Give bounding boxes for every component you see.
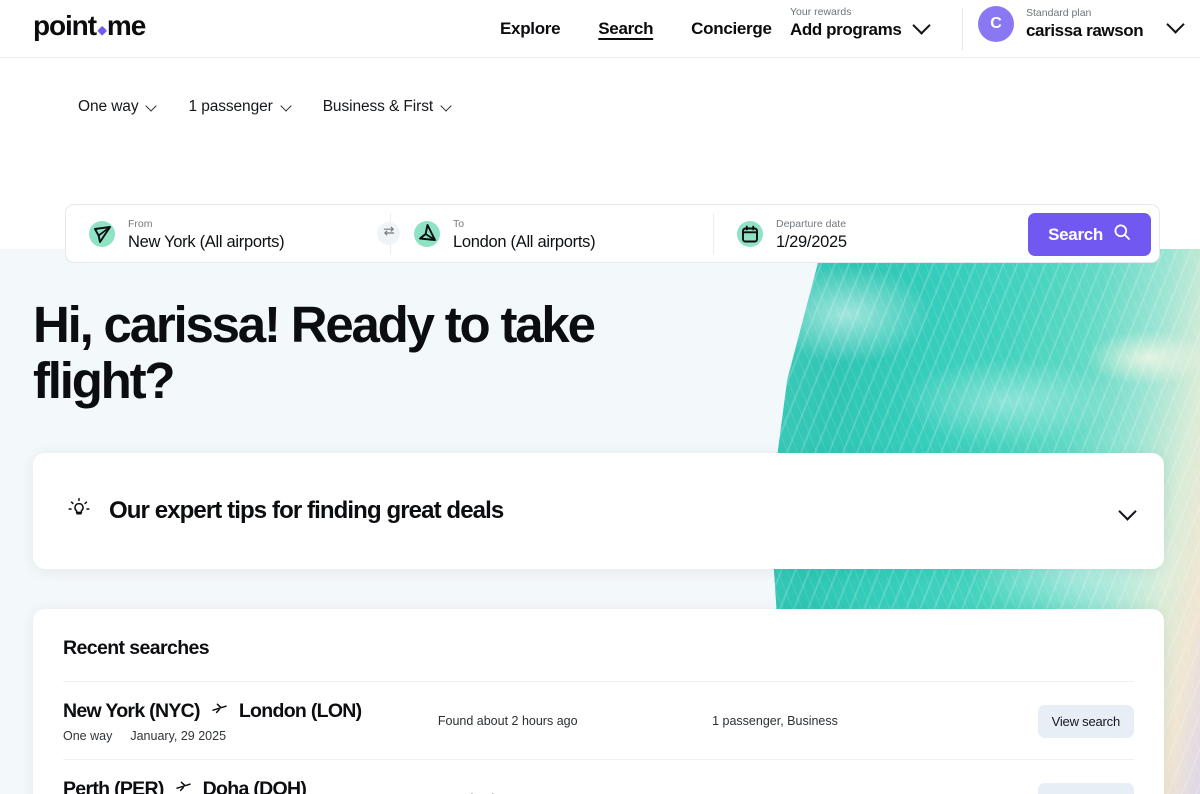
chevron-down-icon[interactable] — [1118, 501, 1137, 521]
rewards-label: Add programs — [790, 20, 902, 39]
search-options-row: One way 1 passenger Business & First — [78, 98, 452, 116]
destination-field[interactable]: To London (All airports) — [391, 205, 713, 262]
account-name: carissa rawson — [1026, 21, 1144, 40]
nav-item-explore[interactable]: Explore — [500, 19, 561, 39]
lightbulb-icon — [66, 496, 92, 527]
recent-passengers: 1 passenger, Business — [712, 714, 838, 728]
cabin-class-label: Business & First — [322, 98, 434, 115]
destination-value: London (All airports) — [453, 233, 596, 251]
trip-type-label: One way — [78, 98, 139, 115]
page-title: Hi, carissa! Ready to take flight? — [33, 296, 596, 409]
recent-search-row[interactable]: Perth (PER) Doha (DOH) One way April, 04… — [63, 759, 1134, 794]
calendar-icon — [737, 220, 763, 247]
swap-arrows-icon — [382, 224, 396, 243]
primary-navigation: Explore Search Concierge — [500, 0, 772, 58]
logo-diamond-icon — [97, 25, 108, 36]
route-origin: Perth (PER) — [63, 778, 164, 794]
plane-arrive-icon — [414, 220, 440, 247]
search-button[interactable]: Search — [1028, 213, 1151, 256]
route-trip-type: One way — [63, 729, 113, 743]
destination-label: To — [453, 218, 465, 230]
account-plan: Standard plan — [1026, 7, 1092, 19]
rewards-menu[interactable]: Your rewards Add programs — [790, 6, 932, 40]
chevron-down-icon — [145, 99, 158, 112]
plane-icon — [211, 699, 228, 723]
route-destination: Doha (DOH) — [202, 778, 307, 794]
route-origin: New York (NYC) — [63, 700, 201, 722]
nav-item-search[interactable]: Search — [598, 19, 653, 39]
chevron-down-icon — [440, 99, 452, 112]
logo[interactable]: point me — [33, 10, 146, 42]
passengers-label: 1 passenger — [188, 98, 273, 115]
view-search-button[interactable]: View search — [1037, 782, 1134, 794]
origin-field[interactable]: From New York (All airports) — [66, 205, 390, 262]
swap-airports-button[interactable] — [377, 222, 400, 245]
recent-searches-title: Recent searches — [63, 637, 210, 659]
account-menu[interactable]: C Standard plan carissa rawson — [978, 6, 1185, 42]
hero-section: Hi, carissa! Ready to take flight? Our e… — [0, 249, 1200, 794]
avatar: C — [978, 6, 1014, 42]
search-button-label: Search — [1048, 224, 1103, 244]
departure-date-value: 1/29/2025 — [776, 233, 847, 251]
chevron-down-icon — [280, 99, 292, 112]
search-form: From New York (All airports) To London (… — [65, 204, 1160, 263]
trip-type-dropdown[interactable]: One way — [78, 98, 158, 116]
recent-search-row[interactable]: New York (NYC) London (LON) One way Janu… — [63, 681, 1134, 759]
header-divider — [962, 8, 963, 50]
plane-depart-icon — [89, 220, 115, 247]
expert-tips-card[interactable]: Our expert tips for finding great deals — [33, 453, 1164, 569]
logo-text-point: point — [33, 10, 97, 41]
departure-date-field[interactable]: Departure date 1/29/2025 — [714, 205, 1044, 262]
route-destination: London (LON) — [238, 700, 362, 722]
nav-item-concierge[interactable]: Concierge — [691, 19, 772, 39]
chevron-down-icon — [912, 16, 932, 35]
view-search-button[interactable]: View search — [1037, 704, 1134, 738]
search-panel: One way 1 passenger Business & First Fro… — [0, 58, 1200, 263]
origin-value: New York (All airports) — [128, 233, 285, 251]
site-header: point me Explore Search Concierge Your r… — [0, 0, 1200, 58]
recent-found-time: Found about 2 hours ago — [437, 714, 578, 728]
recent-searches-card: Recent searches New York (NYC) London (L… — [33, 609, 1164, 794]
expert-tips-title: Our expert tips for finding great deals — [109, 497, 504, 524]
logo-text-me: me — [106, 10, 146, 41]
cabin-class-dropdown[interactable]: Business & First — [322, 98, 452, 116]
origin-label: From — [128, 218, 153, 230]
search-icon — [1113, 223, 1131, 246]
recent-route: Perth (PER) Doha (DOH) One way April, 04… — [63, 777, 438, 794]
departure-date-label: Departure date — [776, 218, 847, 230]
recent-route: New York (NYC) London (LON) One way Janu… — [63, 699, 438, 743]
passengers-dropdown[interactable]: 1 passenger — [188, 98, 292, 116]
route-date: January, 29 2025 — [130, 729, 227, 743]
plane-icon — [175, 777, 192, 794]
rewards-caption: Your rewards — [790, 6, 852, 18]
chevron-down-icon — [1166, 14, 1185, 34]
